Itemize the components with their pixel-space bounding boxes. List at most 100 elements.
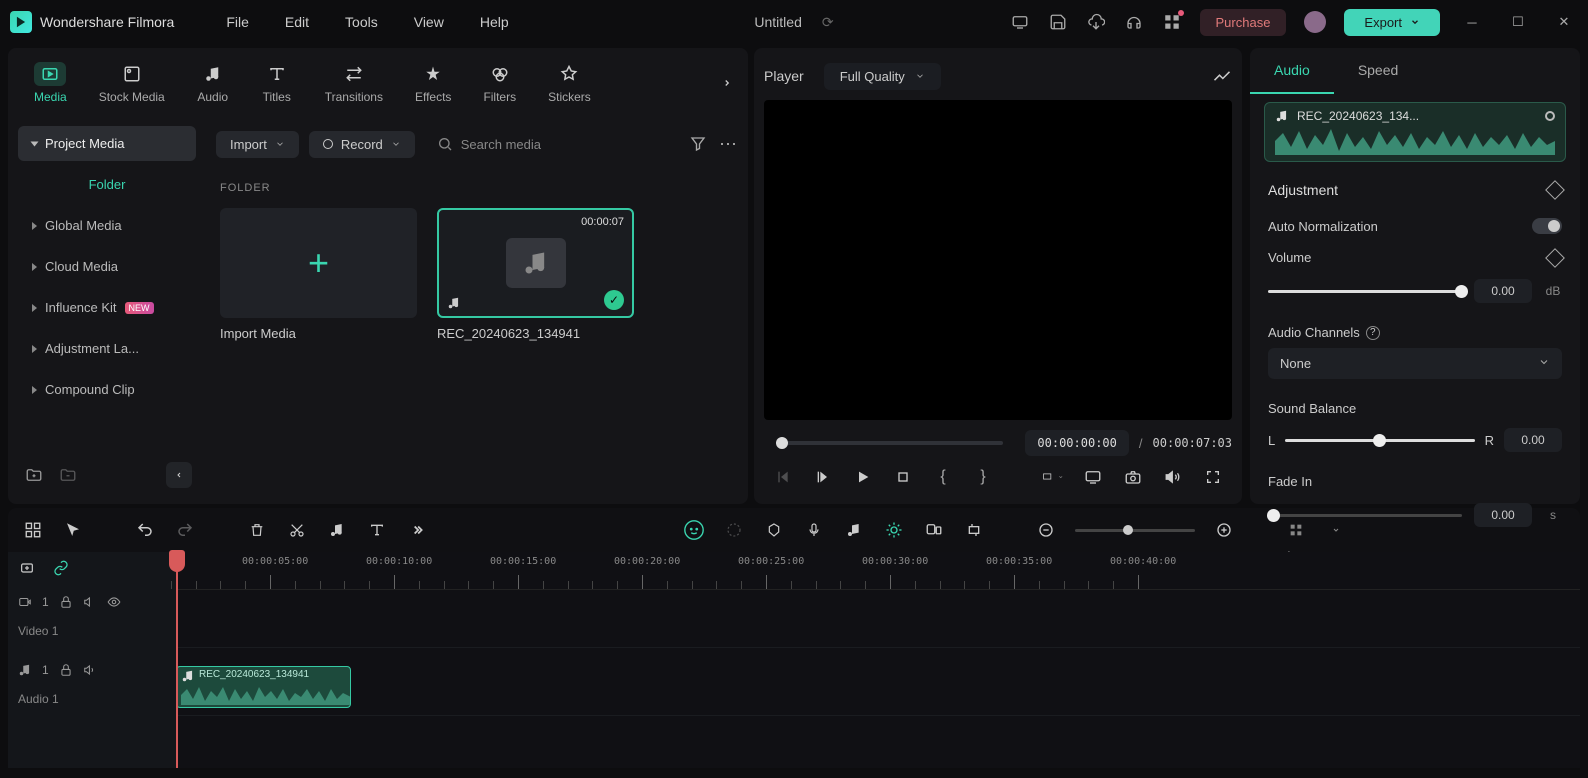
undo-button[interactable] xyxy=(134,519,156,541)
select-tool[interactable] xyxy=(62,519,84,541)
scopes-icon[interactable] xyxy=(1212,66,1232,86)
link-button[interactable] xyxy=(50,557,72,579)
help-icon[interactable]: ? xyxy=(1366,326,1380,340)
zoom-in-button[interactable] xyxy=(1213,519,1235,541)
sidebar-item-influence-kit[interactable]: Influence KitNEW xyxy=(18,290,196,325)
lock-icon[interactable] xyxy=(59,663,73,677)
sidebar-item-folder[interactable]: Folder xyxy=(18,167,196,202)
source-tab-audio[interactable]: Audio xyxy=(183,56,243,110)
cut-button[interactable] xyxy=(286,519,308,541)
balance-value[interactable]: 0.00 xyxy=(1504,428,1562,452)
balance-slider[interactable] xyxy=(1285,439,1474,442)
audio-clip[interactable]: REC_20240623_134941 xyxy=(176,666,351,708)
play-button[interactable] xyxy=(852,466,874,488)
track-display-button[interactable] xyxy=(1285,519,1307,541)
sidebar-item-global-media[interactable]: Global Media xyxy=(18,208,196,243)
delete-folder-button[interactable] xyxy=(56,463,80,487)
import-media-tile[interactable]: + Import Media xyxy=(220,208,417,341)
delete-button[interactable] xyxy=(246,519,268,541)
current-timecode[interactable]: 00:00:00:00 xyxy=(1025,430,1128,456)
user-avatar[interactable] xyxy=(1304,11,1326,33)
record-dropdown[interactable]: Record xyxy=(309,131,415,158)
audio-mixer-button[interactable] xyxy=(843,519,865,541)
media-clip-tile[interactable]: 00:00:07 ✓ REC_20240623_134941 xyxy=(437,208,634,341)
export-button[interactable]: Export xyxy=(1344,9,1440,36)
video-track-row[interactable] xyxy=(176,590,1580,648)
save-icon[interactable] xyxy=(1048,12,1068,32)
import-dropdown[interactable]: Import xyxy=(216,131,299,158)
video-track-header[interactable]: 1 xyxy=(8,584,176,620)
close-button[interactable]: ✕ xyxy=(1550,8,1578,36)
volume-button[interactable] xyxy=(1162,466,1184,488)
more-options-button[interactable]: ⋯ xyxy=(718,134,738,154)
visibility-icon[interactable] xyxy=(107,595,121,609)
mute-icon[interactable] xyxy=(83,663,97,677)
menu-view[interactable]: View xyxy=(400,10,458,34)
menu-help[interactable]: Help xyxy=(466,10,523,34)
menu-file[interactable]: File xyxy=(212,10,263,34)
sidebar-item-adjustment-layer[interactable]: Adjustment La... xyxy=(18,331,196,366)
volume-keyframe-button[interactable] xyxy=(1545,248,1565,268)
add-track-button[interactable] xyxy=(16,557,38,579)
quality-dropdown[interactable]: Full Quality xyxy=(824,63,941,90)
stop-button[interactable] xyxy=(892,466,914,488)
text-button[interactable] xyxy=(366,519,388,541)
source-tab-media[interactable]: Media xyxy=(20,56,81,110)
fit-screen-button[interactable] xyxy=(1082,466,1104,488)
step-back-button[interactable] xyxy=(812,466,834,488)
prev-frame-button[interactable] xyxy=(772,466,794,488)
ai-button[interactable] xyxy=(683,519,705,541)
sidebar-item-project-media[interactable]: Project Media xyxy=(18,126,196,161)
source-tab-filters[interactable]: Filters xyxy=(469,56,530,110)
mark-in-button[interactable]: { xyxy=(932,466,954,488)
support-icon[interactable] xyxy=(1124,12,1144,32)
track-options-dropdown[interactable] xyxy=(1325,519,1347,541)
marker-button[interactable] xyxy=(763,519,785,541)
search-input[interactable]: Search media xyxy=(425,130,678,158)
fullscreen-button[interactable] xyxy=(1202,466,1224,488)
timeline-ruler[interactable]: 00:00:05:0000:00:10:0000:00:15:0000:00:2… xyxy=(176,552,1580,590)
audio-channels-dropdown[interactable]: None xyxy=(1268,348,1562,379)
menu-edit[interactable]: Edit xyxy=(271,10,323,34)
render-preview-button[interactable] xyxy=(723,519,745,541)
volume-slider[interactable] xyxy=(1268,290,1462,293)
collapse-sidebar-button[interactable] xyxy=(166,462,192,488)
preview-canvas[interactable] xyxy=(764,100,1232,420)
cloud-sync-icon[interactable]: ⟳ xyxy=(822,14,834,31)
apps-icon[interactable] xyxy=(1162,12,1182,32)
minimize-button[interactable]: ─ xyxy=(1458,8,1486,36)
source-tab-effects[interactable]: Effects xyxy=(401,56,465,110)
source-tab-stock-media[interactable]: Stock Media xyxy=(85,56,179,110)
snapshot-button[interactable] xyxy=(1122,466,1144,488)
audio-detach-button[interactable] xyxy=(326,519,348,541)
menu-tools[interactable]: Tools xyxy=(331,10,392,34)
mute-icon[interactable] xyxy=(83,595,97,609)
audio-track-row[interactable]: REC_20240623_134941 xyxy=(176,658,1580,716)
sidebar-item-cloud-media[interactable]: Cloud Media xyxy=(18,249,196,284)
purchase-button[interactable]: Purchase xyxy=(1200,9,1287,36)
mark-out-button[interactable]: } xyxy=(972,466,994,488)
cloud-download-icon[interactable] xyxy=(1086,12,1106,32)
adjust-button[interactable] xyxy=(883,519,905,541)
zoom-slider[interactable] xyxy=(1075,529,1195,532)
source-tab-transitions[interactable]: Transitions xyxy=(311,56,397,110)
layout-button[interactable] xyxy=(22,519,44,541)
crop-button[interactable] xyxy=(963,519,985,541)
audio-track-header[interactable]: 1 xyxy=(8,652,176,688)
filter-button[interactable] xyxy=(688,134,708,154)
volume-value[interactable]: 0.00 xyxy=(1474,279,1532,303)
redo-button[interactable] xyxy=(174,519,196,541)
inspector-tab-audio[interactable]: Audio xyxy=(1250,48,1334,94)
sync-button[interactable] xyxy=(923,519,945,541)
device-icon[interactable] xyxy=(1010,12,1030,32)
maximize-button[interactable]: ☐ xyxy=(1504,8,1532,36)
playhead[interactable] xyxy=(176,552,178,768)
seek-slider[interactable] xyxy=(776,441,1003,445)
source-tab-stickers[interactable]: Stickers xyxy=(534,56,605,110)
voiceover-button[interactable] xyxy=(803,519,825,541)
zoom-out-button[interactable] xyxy=(1035,519,1057,541)
fade-in-slider[interactable] xyxy=(1268,514,1462,517)
new-folder-button[interactable] xyxy=(22,463,46,487)
auto-normalization-toggle[interactable] xyxy=(1532,218,1562,234)
aspect-ratio-dropdown[interactable] xyxy=(1042,466,1064,488)
